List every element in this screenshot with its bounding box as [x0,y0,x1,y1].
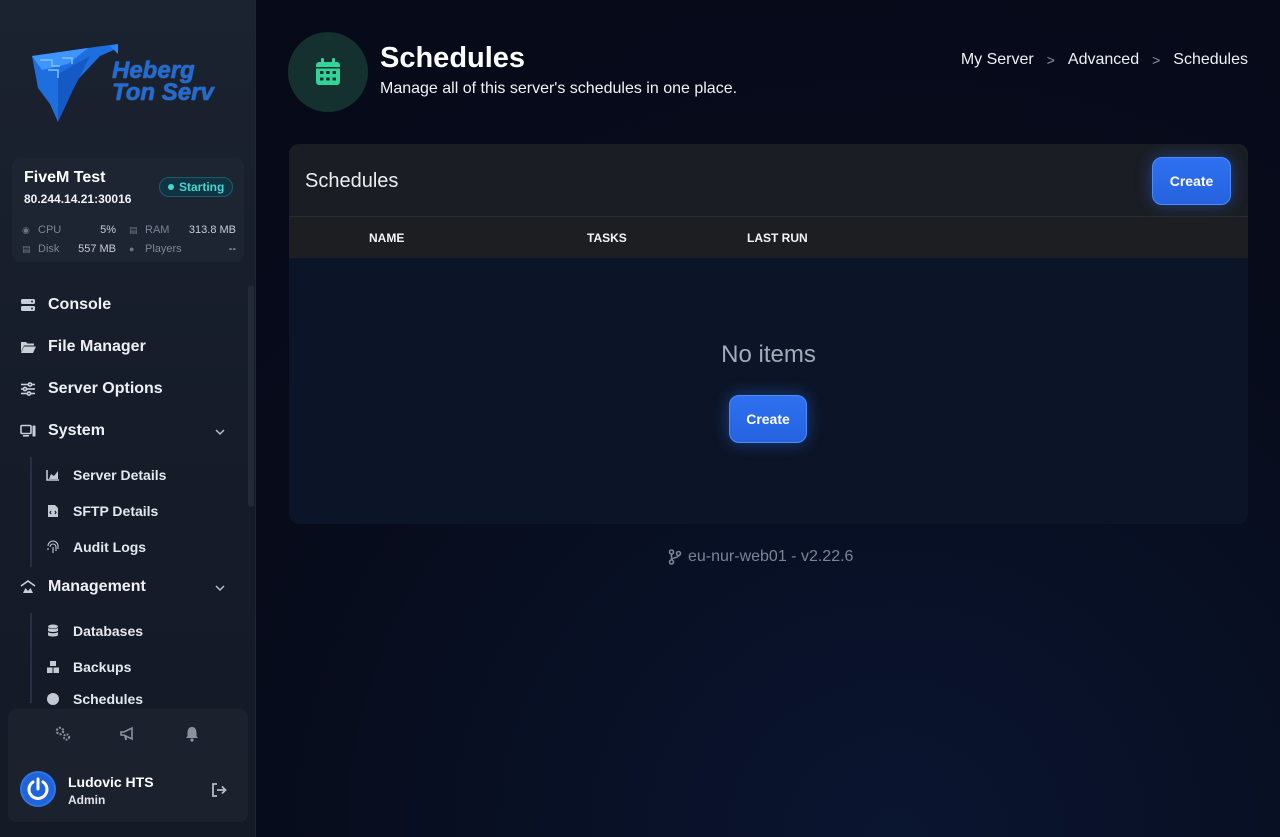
server-icon [20,297,36,313]
panel-header: Schedules Create [289,144,1248,217]
boxes-icon [46,660,60,674]
ram-label: RAM [145,224,170,236]
submenu-guide-line [30,613,32,703]
create-schedule-button[interactable]: Create [1152,157,1231,205]
version-text: eu-nur-web01 - v2.22.6 [688,548,854,565]
warehouse-icon [20,579,36,595]
breadcrumb-my-server[interactable]: My Server [961,51,1034,69]
page-title: Schedules [380,42,526,74]
breadcrumb-advanced[interactable]: Advanced [1068,51,1139,69]
sidebar-item-audit-logs-label: Audit Logs [73,539,147,555]
table-header: NAME TASKS LAST RUN [289,217,1248,258]
sidebar-item-backups[interactable]: Backups [46,657,131,677]
folder-open-icon [20,339,36,355]
sidebar-item-backups-label: Backups [73,659,132,675]
sidebar-scrollbar[interactable] [248,285,254,507]
server-name: FiveM Test [24,169,106,186]
clock-icon [46,692,60,706]
nav-system[interactable]: System [20,420,105,442]
sidebar-bottom-panel: Ludovic HTS Admin [8,709,248,822]
disk-value: 557 MB [78,243,116,255]
empty-create-button[interactable]: Create [729,395,807,443]
sliders-icon [20,381,36,397]
users-icon: ● [129,244,135,254]
nav-file-manager[interactable]: File Manager [20,336,146,358]
sidebar-item-audit-logs[interactable]: Audit Logs [46,537,146,557]
nav-server-options[interactable]: Server Options [20,378,163,400]
nav-console-label: Console [48,296,112,313]
breadcrumb: My Server > Advanced > Schedules [961,51,1248,69]
sidebar-item-databases[interactable]: Databases [46,621,143,641]
column-last-run[interactable]: LAST RUN [747,231,808,245]
brand-name: Heberg Ton Serv [112,59,214,106]
cpu-icon: ◉ [22,225,30,235]
sidebar-item-server-details-label: Server Details [73,467,167,483]
nav-server-options-label: Server Options [48,380,163,397]
players-label: Players [145,243,182,255]
schedules-panel: Schedules Create NAME TASKS LAST RUN No … [289,144,1248,524]
user-name: Ludovic HTS [68,774,154,790]
sidebar-item-server-details[interactable]: Server Details [46,465,166,485]
logout-icon[interactable] [210,781,228,799]
sidebar-item-sftp-details-label: SFTP Details [73,503,159,519]
disk-stat: ▤ Disk [22,243,59,255]
players-value: -- [228,243,236,255]
column-tasks[interactable]: TASKS [587,231,627,245]
sidebar-item-databases-label: Databases [73,623,144,639]
rocket-logo-icon [32,40,138,122]
chart-area-icon [46,468,60,482]
ram-value: 313.8 MB [188,224,236,236]
user-role: Admin [68,793,106,807]
file-code-icon [46,504,60,518]
submenu-guide-line [30,457,32,567]
chevron-down-icon[interactable] [212,580,228,596]
brand-logo[interactable]: Heberg Ton Serv [28,34,228,126]
players-stat: ● Players [129,243,182,255]
page-icon [288,32,368,112]
column-name[interactable]: NAME [369,231,404,245]
nav-file-manager-label: File Manager [48,338,146,355]
version-footer: eu-nur-web01 - v2.22.6 [668,548,853,566]
server-address: 80.244.14.21:30016 [24,192,132,206]
server-card[interactable]: FiveM Test 80.244.14.21:30016 Starting ◉… [12,158,244,262]
avatar[interactable] [20,771,56,807]
breadcrumb-schedules: Schedules [1173,51,1248,68]
memory-icon: ▤ [129,225,138,235]
nav-console[interactable]: Console [20,294,111,316]
cpu-stat: ◉ CPU [22,224,61,236]
status-badge: Starting [159,177,234,197]
ram-stat: ▤ RAM [129,224,169,236]
fingerprint-icon [46,540,60,554]
code-branch-icon [668,549,682,565]
disk-label: Disk [38,243,60,255]
sidebar-item-schedules[interactable]: Schedules [46,692,143,706]
breadcrumb-separator: > [1046,52,1055,68]
desktop-icon [20,423,36,439]
bullhorn-icon[interactable] [119,725,137,743]
empty-state-text: No items [721,341,816,368]
chevron-down-icon[interactable] [212,424,228,440]
cpu-label: CPU [38,224,62,236]
power-icon [27,777,49,800]
sidebar-item-sftp-details[interactable]: SFTP Details [46,501,158,521]
nav-system-label: System [48,422,105,439]
sidebar: Heberg Ton Serv FiveM Test 80.244.14.21:… [0,0,256,837]
panel-title: Schedules [305,170,399,192]
breadcrumb-separator: > [1152,52,1161,68]
calendar-icon [316,58,340,85]
brand-line-2: Ton Serv [112,79,214,106]
database-icon [46,624,60,638]
cpu-value: 5% [100,224,116,236]
cogs-icon[interactable] [54,725,72,743]
bell-icon[interactable] [183,725,201,743]
page-subtitle: Manage all of this server's schedules in… [380,80,738,97]
nav-management[interactable]: Management [20,576,146,598]
nav-management-label: Management [48,578,146,595]
sidebar-item-schedules-label: Schedules [73,692,144,706]
disk-icon: ▤ [22,244,31,254]
